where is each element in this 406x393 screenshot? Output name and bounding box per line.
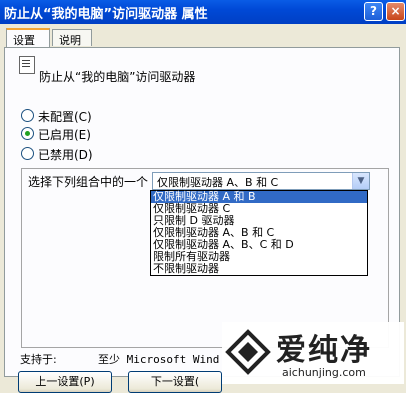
policy-title: 防止从“我的电脑”访问驱动器 xyxy=(39,70,196,84)
close-button[interactable]: × xyxy=(386,2,405,21)
watermark-text: 爱纯净 xyxy=(276,333,372,368)
policy-document-icon xyxy=(19,56,35,74)
radio-disabled[interactable]: 已禁用(D) xyxy=(21,146,93,162)
help-button[interactable]: ? xyxy=(364,2,383,21)
window-title: 防止从“我的电脑”访问驱动器 属性 xyxy=(4,7,208,22)
chevron-down-icon[interactable]: ▼ xyxy=(352,173,369,189)
combo-value: 仅限制驱动器 A、B 和 C xyxy=(157,176,279,189)
next-setting-button[interactable]: 下一设置( xyxy=(128,371,222,393)
dropdown-option[interactable]: 不限制驱动器 xyxy=(151,263,367,275)
radio-label: 已启用(E) xyxy=(38,128,91,142)
supported-on-value: 至少 Microsoft Wind xyxy=(98,353,220,366)
tab-explain[interactable]: 说明 xyxy=(52,29,92,47)
drive-restriction-select[interactable]: 仅限制驱动器 A、B 和 C ▼ xyxy=(152,172,370,190)
previous-setting-button[interactable]: 上一设置(P) xyxy=(18,371,112,393)
watermark-logo-icon xyxy=(225,329,271,375)
drive-restriction-dropdown: 仅限制驱动器 A 和 B 仅限制驱动器 C 只限制 D 驱动器 仅限制驱动器 A… xyxy=(150,190,368,276)
supported-on: 支持于: 至少 Microsoft Wind xyxy=(20,351,219,367)
radio-enabled[interactable]: 已启用(E) xyxy=(21,126,91,142)
watermark-url: aichunjing.com xyxy=(282,366,366,379)
radio-checked-icon xyxy=(21,127,34,140)
combo-label: 选择下列组合中的一个 xyxy=(28,175,149,189)
radio-not-configured[interactable]: 未配置(C) xyxy=(21,108,92,124)
tab-settings[interactable]: 设置 xyxy=(6,28,50,47)
radio-circle-icon xyxy=(21,109,34,122)
title-bar: 防止从“我的电脑”访问驱动器 属性 ? × xyxy=(0,0,406,24)
radio-label: 未配置(C) xyxy=(38,110,92,124)
supported-on-label: 支持于: xyxy=(20,353,57,366)
watermark: 爱纯净 aichunjing.com xyxy=(222,322,404,384)
radio-circle-icon xyxy=(21,147,34,160)
radio-label: 已禁用(D) xyxy=(38,148,93,162)
